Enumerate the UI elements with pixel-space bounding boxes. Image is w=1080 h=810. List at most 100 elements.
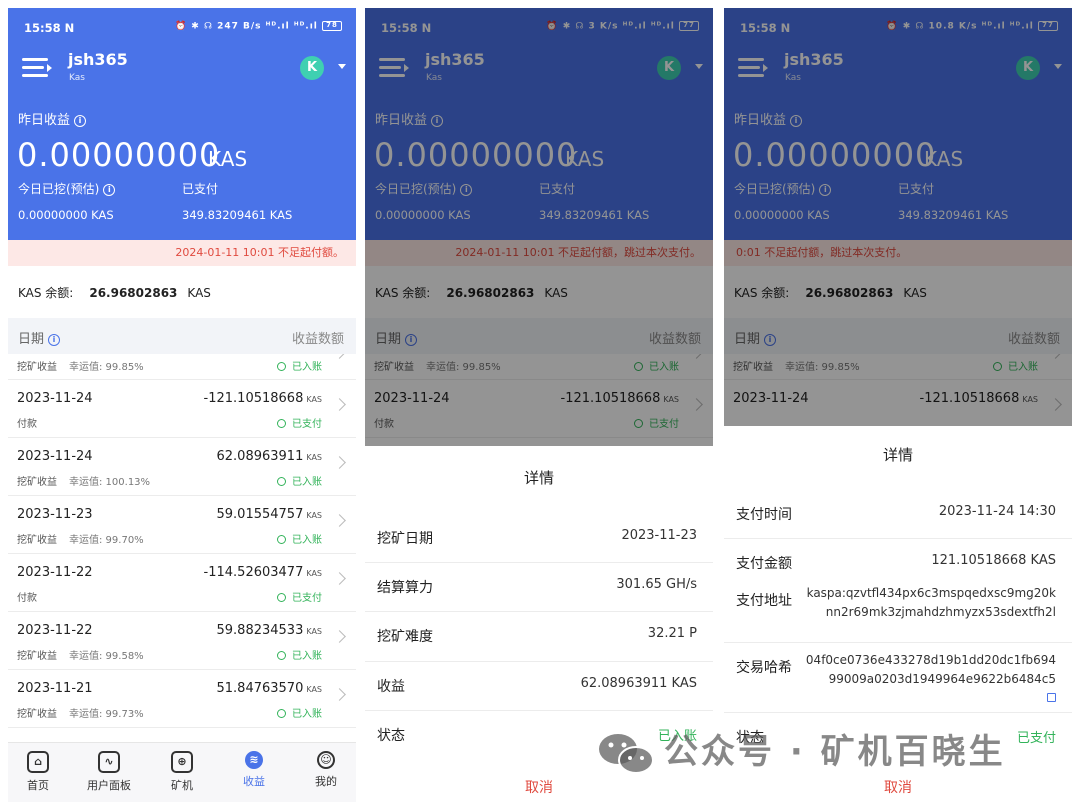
row-date: 2023-11-23: [17, 507, 93, 522]
row-type: 付款: [17, 419, 37, 430]
check-circle-icon: [277, 651, 286, 660]
row-type: 付款: [17, 593, 37, 604]
copy-icon[interactable]: [1047, 693, 1056, 702]
payment-detail-screen: 15:58 N ⏰ ✱ ☊ 10.8 K/s ᴴᴰ.ıl ᴴᴰ.ıl 77 js…: [724, 8, 1072, 802]
earnings-screen: 15:58 N ⏰ ✱ ☊ 247 B/s ᴴᴰ.ıl ᴴᴰ.ıl 78 jsh…: [8, 8, 356, 802]
row-status: 已入账: [277, 358, 322, 373]
mining-detail-screen: 15:58 N ⏰ ✱ ☊ 3 K/s ᴴᴰ.ıl ᴴᴰ.ıl 77 jsh36…: [365, 8, 713, 802]
chart-icon: ∿: [98, 751, 120, 773]
info-icon[interactable]: i: [103, 183, 116, 196]
yesterday-earnings-label: 昨日收益 i: [18, 109, 87, 128]
row-status: 已入账: [277, 705, 322, 720]
row-status: 已支付: [277, 589, 322, 604]
today-mined-label: 今日已挖(预估) i: [18, 180, 116, 197]
list-item[interactable]: 2023-11-23 挖矿收益 幸运值: 99.70% 59.01554757 KA…: [8, 496, 356, 554]
sheet-title: 详情: [523, 469, 554, 487]
detail-row-hashrate: 结算算力 301.65 GH/s: [365, 563, 713, 612]
row-amount: 59.88234533 KAS: [216, 623, 323, 638]
detail-row-mining-date: 挖矿日期 2023-11-23: [365, 514, 713, 563]
row-type: 挖矿收益 幸运值: 99.73%: [17, 709, 144, 720]
row-amount: -114.52603477 KAS: [203, 565, 322, 580]
check-circle-icon: [277, 362, 286, 371]
chevron-down-icon[interactable]: [338, 64, 346, 69]
check-circle-icon: [277, 535, 286, 544]
coins-icon: ≋: [245, 751, 263, 769]
row-date: 2023-11-24: [17, 391, 93, 406]
cancel-button[interactable]: 取消: [365, 777, 713, 797]
row-date: 2023-11-22: [17, 565, 93, 580]
check-circle-icon: [277, 709, 286, 718]
row-amount: -121.10518668 KAS: [203, 391, 322, 406]
menu-icon[interactable]: [22, 58, 52, 78]
tab-earnings[interactable]: ≋ 收益: [224, 751, 284, 789]
today-mined-value: 0.00000000 KAS: [18, 208, 114, 222]
row-status: 已支付: [277, 415, 322, 430]
tab-miners[interactable]: ⊕ 矿机: [152, 751, 212, 793]
sheet-title: 详情: [882, 446, 913, 464]
chevron-right-icon: [333, 630, 346, 643]
balance-bar: KAS 余额: 26.96802863 KAS: [8, 270, 356, 316]
tab-home[interactable]: ⌂ 首页: [8, 751, 68, 793]
battery-icon: 78: [322, 21, 342, 31]
chevron-right-icon: [333, 456, 346, 469]
balance-value: 26.96802863: [89, 286, 178, 300]
coin-name: Kas: [69, 73, 85, 83]
tab-me[interactable]: ☺ 我的: [296, 751, 356, 789]
kaspa-logo-icon[interactable]: K: [300, 56, 324, 80]
row-date: 2023-11-22: [17, 623, 93, 638]
list-item[interactable]: 2023-11-24 付款 -121.10518668 KAS 已支付: [8, 380, 356, 438]
earnings-header: 15:58 N ⏰ ✱ ☊ 247 B/s ᴴᴰ.ıl ᴴᴰ.ıl 78 jsh…: [8, 8, 356, 266]
row-date: 2023-11-24: [17, 449, 93, 464]
wechat-watermark: 公众号 · 矿机百晓生: [596, 724, 1056, 780]
detail-row-earnings: 收益 62.08963911 KAS: [365, 662, 713, 711]
yesterday-earnings-amount: 0.00000000: [17, 136, 221, 174]
list-item[interactable]: 2023-11-21 挖矿收益 幸运值: 99.73% 51.84763570 KA…: [8, 670, 356, 728]
info-icon[interactable]: i: [74, 114, 87, 127]
chevron-right-icon: [333, 398, 346, 411]
balance-label: KAS 余额:: [18, 286, 74, 300]
row-status: 已入账: [277, 647, 322, 662]
paid-value: 349.83209461 KAS: [182, 208, 293, 222]
row-type: 挖矿收益 幸运值: 100.13%: [17, 477, 151, 488]
row-status: 已入账: [277, 531, 322, 546]
cancel-button[interactable]: 取消: [724, 777, 1072, 797]
home-icon: ⌂: [27, 751, 49, 773]
chevron-right-icon: [333, 688, 346, 701]
chevron-right-icon: [333, 354, 346, 359]
earnings-list: 挖矿收益 幸运值: 99.85% 已入账 2023-11-24 付款 -121.1…: [8, 354, 356, 728]
check-circle-icon: [277, 593, 286, 602]
list-item[interactable]: 2023-11-22 挖矿收益 幸运值: 99.58% 59.88234533 KA…: [8, 612, 356, 670]
row-amount: 51.84763570 KAS: [216, 681, 323, 696]
status-icons: ⏰ ✱ ☊ 247 B/s ᴴᴰ.ıl ᴴᴰ.ıl 78: [175, 21, 342, 32]
list-item[interactable]: 挖矿收益 幸运值: 99.85% 已入账: [8, 354, 356, 380]
payment-notice: 2024-01-11 10:01 不足起付额。: [8, 240, 356, 266]
row-type: 挖矿收益 幸运值: 99.58%: [17, 651, 144, 662]
chevron-right-icon: [333, 514, 346, 527]
row-type: 挖矿收益 幸运值: 99.85%: [17, 362, 144, 373]
list-item[interactable]: 2023-11-24 挖矿收益 幸运值: 100.13% 62.08963911 K…: [8, 438, 356, 496]
tab-user-panel[interactable]: ∿ 用户面板: [79, 751, 139, 793]
balance-unit: KAS: [187, 286, 211, 300]
date-column-header: 日期 i: [18, 328, 61, 347]
detail-row-pay-address: 支付地址 kaspa:qzvtfl434px6c3mspqedxsc9mg20kn…: [724, 576, 1072, 643]
detail-row-difficulty: 挖矿难度 32.21 P: [365, 612, 713, 662]
info-icon[interactable]: i: [48, 333, 61, 346]
wechat-logo-icon: [599, 733, 654, 774]
check-circle-icon: [277, 419, 286, 428]
account-name[interactable]: jsh365: [68, 50, 128, 69]
paid-label: 已支付: [182, 182, 219, 196]
row-type: 挖矿收益 幸运值: 99.70%: [17, 535, 144, 546]
row-status: 已入账: [277, 473, 322, 488]
watermark-text: 公众号 · 矿机百晓生: [664, 732, 1006, 772]
chevron-right-icon: [333, 572, 346, 585]
status-bar: 15:58 N ⏰ ✱ ☊ 247 B/s ᴴᴰ.ıl ᴴᴰ.ıl 78: [24, 21, 342, 37]
user-icon: ☺: [317, 751, 335, 769]
list-item[interactable]: 2023-11-22 付款 -114.52603477 KAS 已支付: [8, 554, 356, 612]
miner-icon: ⊕: [171, 751, 193, 773]
detail-row-tx-hash: 交易哈希 04f0ce0736e433278d19b1dd20dc1fb69499…: [724, 643, 1072, 713]
row-amount: 59.01554757 KAS: [216, 507, 323, 522]
row-amount: 62.08963911 KAS: [216, 449, 323, 464]
status-time: 15:58 N: [24, 21, 75, 35]
yesterday-earnings-unit: KAS: [208, 147, 248, 171]
row-date: 2023-11-21: [17, 681, 93, 696]
